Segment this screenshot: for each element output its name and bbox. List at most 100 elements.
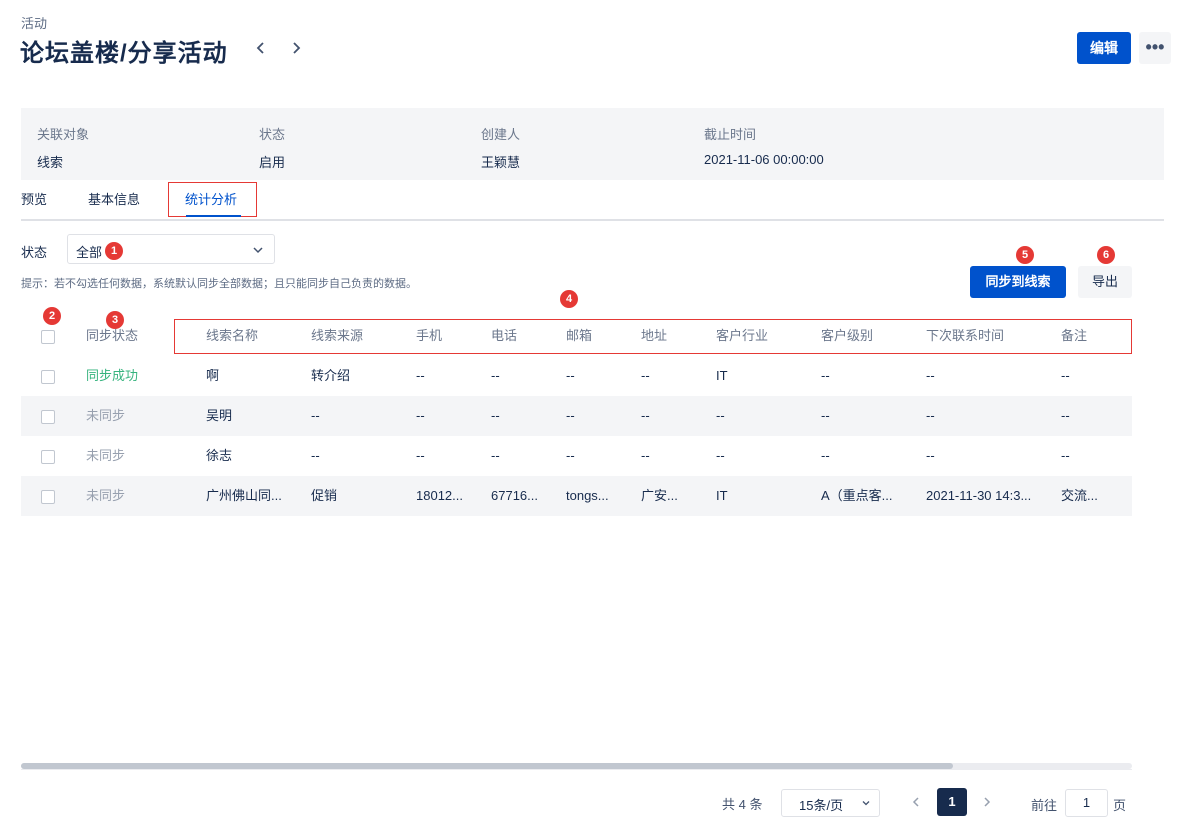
column-header[interactable]: 手机 xyxy=(416,316,442,356)
page-size-select[interactable]: 15条/页 xyxy=(781,789,880,817)
tab-statistics[interactable]: 统计分析 xyxy=(185,182,237,217)
sync-status-cell: 同步成功 xyxy=(86,368,139,383)
row-checkbox[interactable] xyxy=(41,450,55,464)
table-cell: 转介绍 xyxy=(311,368,351,383)
table-cell: tongs... xyxy=(566,488,609,503)
table-cell: IT xyxy=(716,368,728,383)
active-tab-indicator xyxy=(186,215,241,217)
tab-basic-info[interactable]: 基本信息 xyxy=(88,182,140,217)
table-cell: -- xyxy=(926,448,935,463)
table-cell: -- xyxy=(641,448,650,463)
table-cell[interactable]: 吴明 xyxy=(206,396,301,436)
prev-record-button[interactable] xyxy=(251,38,271,58)
column-header[interactable]: 线索名称 xyxy=(206,316,258,356)
more-options-button[interactable]: ••• xyxy=(1139,32,1171,64)
info-related-object: 关联对象 线索 xyxy=(37,124,89,171)
table-cell[interactable]: 广州佛山同... xyxy=(206,476,301,516)
info-panel: 关联对象 线索 状态 启用 创建人 王颖慧 截止时间 2021-11-06 00… xyxy=(21,108,1164,180)
column-header[interactable]: 备注 xyxy=(1061,316,1087,356)
column-header[interactable]: 客户行业 xyxy=(716,316,768,356)
info-value: 王颖慧 xyxy=(481,155,521,170)
table-cell: -- xyxy=(566,368,575,383)
table-cell: -- xyxy=(416,408,425,423)
column-header[interactable]: 邮箱 xyxy=(566,316,592,356)
column-header[interactable]: 电话 xyxy=(491,316,517,356)
table-cell: -- xyxy=(821,368,830,383)
table-cell: 67716... xyxy=(491,488,538,503)
tab-bar: 预览 基本信息 统计分析 xyxy=(21,182,1164,221)
column-header[interactable]: 线索来源 xyxy=(311,316,363,356)
table-cell: -- xyxy=(716,408,725,423)
table-header: 同步状态 线索名称 线索来源 手机 电话 邮箱 地址 客户行业 客户级别 下次联… xyxy=(21,316,1132,356)
table-cell: A（重点客... xyxy=(821,488,893,503)
chevron-down-icon xyxy=(253,247,263,254)
table-cell: -- xyxy=(491,448,500,463)
status-select-value: 全部 xyxy=(76,245,103,260)
table-cell: 2021-11-30 14:3... xyxy=(926,488,1032,503)
info-status: 状态 启用 xyxy=(259,124,285,171)
tab-preview[interactable]: 预览 xyxy=(21,182,47,217)
sync-status-cell: 未同步 xyxy=(86,488,126,503)
column-header[interactable]: 地址 xyxy=(641,316,667,356)
table-cell[interactable]: 啊 xyxy=(206,356,301,396)
export-button[interactable]: 导出 xyxy=(1078,266,1132,298)
table-cell: -- xyxy=(1061,368,1070,383)
row-checkbox[interactable] xyxy=(41,370,55,384)
table-row[interactable]: 未同步 徐志 -- -- -- -- -- -- -- -- -- xyxy=(21,436,1132,476)
breadcrumb[interactable]: 活动 xyxy=(21,13,47,32)
prev-page-icon[interactable] xyxy=(909,795,923,809)
table-row[interactable]: 未同步 吴明 -- -- -- -- -- -- -- -- -- xyxy=(21,396,1132,436)
status-select[interactable]: 全部 xyxy=(67,234,275,264)
table-cell: -- xyxy=(311,448,320,463)
next-page-icon[interactable] xyxy=(980,795,994,809)
sync-to-leads-button[interactable]: 同步到线索 xyxy=(970,266,1066,298)
annotation-badge: 1 xyxy=(105,242,123,260)
column-header[interactable]: 客户级别 xyxy=(821,316,873,356)
row-checkbox[interactable] xyxy=(41,490,55,504)
page-title: 论坛盖楼/分享活动 xyxy=(20,40,228,67)
info-label: 状态 xyxy=(259,127,286,142)
table-cell[interactable]: 徐志 xyxy=(206,436,301,476)
column-header[interactable]: 同步状态 xyxy=(86,316,138,356)
select-all-checkbox[interactable] xyxy=(41,330,55,344)
chevron-right-icon xyxy=(293,42,301,54)
table-cell: -- xyxy=(641,408,650,423)
table-cell: -- xyxy=(311,408,320,423)
next-record-button[interactable] xyxy=(286,38,306,58)
info-creator: 创建人 王颖慧 xyxy=(481,124,520,171)
column-header[interactable]: 下次联系时间 xyxy=(926,316,1004,356)
info-value: 2021-11-06 00:00:00 xyxy=(704,152,824,167)
sync-status-cell: 未同步 xyxy=(86,408,126,423)
table-cell: -- xyxy=(566,448,575,463)
info-label: 截止时间 xyxy=(704,127,757,142)
goto-page-input[interactable]: 1 xyxy=(1065,789,1108,817)
edit-button[interactable]: 编辑 xyxy=(1077,32,1131,64)
table-row[interactable]: 同步成功 啊转介绍 -- -- -- -- IT -- -- -- xyxy=(21,356,1132,396)
table-cell: -- xyxy=(926,368,935,383)
current-page-button[interactable]: 1 xyxy=(937,788,967,816)
table-cell: -- xyxy=(1061,448,1070,463)
table-cell: 交流... xyxy=(1061,488,1098,503)
info-deadline: 截止时间 2021-11-06 00:00:00 xyxy=(704,124,824,167)
chevron-left-icon xyxy=(256,42,264,54)
info-value: 启用 xyxy=(259,155,286,170)
sync-status-cell: 未同步 xyxy=(86,448,126,463)
table-cell: -- xyxy=(416,368,425,383)
hint-text: 提示：若不勾选任何数据，系统默认同步全部数据；且只能同步自己负责的数据。 xyxy=(21,278,417,290)
goto-label: 前往 xyxy=(1031,798,1058,813)
row-checkbox[interactable] xyxy=(41,410,55,424)
annotation-badge: 4 xyxy=(560,290,578,308)
info-label: 创建人 xyxy=(481,127,521,142)
table-cell: -- xyxy=(416,448,425,463)
table-cell: -- xyxy=(821,448,830,463)
table-cell: -- xyxy=(716,448,725,463)
table-row[interactable]: 未同步 广州佛山同... 促销 18012... 67716... tongs... 广安.… xyxy=(21,476,1132,516)
table-cell: 18012... xyxy=(416,488,463,503)
table-cell: -- xyxy=(1061,408,1070,423)
table-cell: -- xyxy=(641,368,650,383)
chevron-down-icon xyxy=(862,801,870,806)
leads-table: 同步状态 线索名称 线索来源 手机 电话 邮箱 地址 客户行业 客户级别 下次联… xyxy=(21,316,1132,516)
annotation-badge: 6 xyxy=(1097,246,1115,264)
table-cell: 促销 xyxy=(311,488,338,503)
table-cell: -- xyxy=(491,368,500,383)
